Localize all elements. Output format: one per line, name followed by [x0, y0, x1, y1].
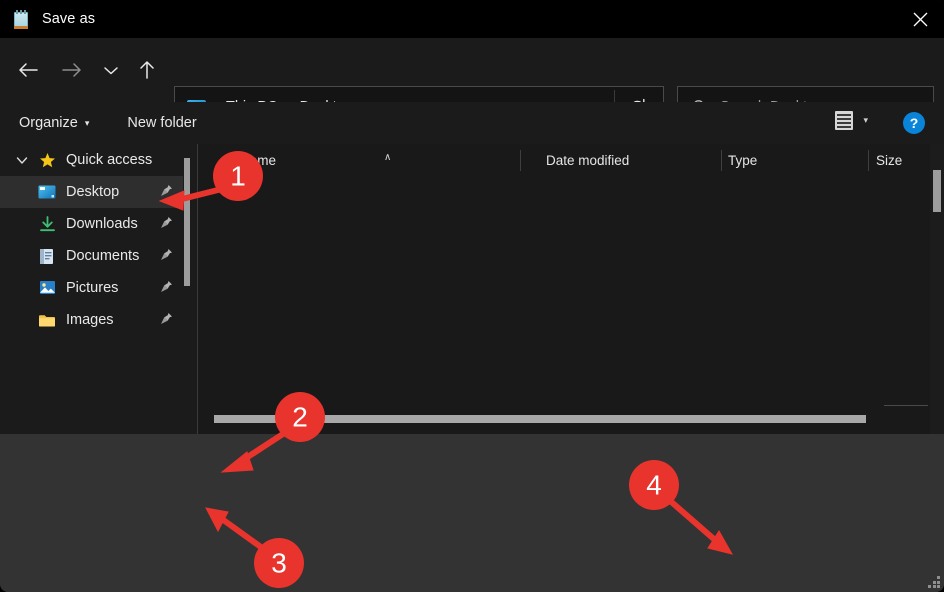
- chevron-down-icon: ▾: [863, 115, 868, 125]
- save-as-dialog: Save as Organize ▾ New folder ▾ ? Quick …: [0, 0, 944, 592]
- sidebar-item-downloads[interactable]: Downloads: [0, 208, 191, 240]
- pin-icon[interactable]: [160, 248, 173, 265]
- horizontal-scrollbar-end: [884, 405, 928, 406]
- sidebar-item-quick-access[interactable]: Quick access: [0, 144, 191, 176]
- chevron-down-icon[interactable]: [8, 156, 36, 165]
- file-list-body[interactable]: [198, 176, 944, 424]
- desktop-icon: [36, 185, 58, 200]
- title-bar: Save as: [0, 0, 944, 38]
- column-header-name[interactable]: Name: [240, 153, 276, 168]
- arrow-left-icon[interactable]: [10, 52, 46, 88]
- sidebar-label-documents: Documents: [66, 248, 140, 264]
- sidebar-scrollbar-thumb[interactable]: [184, 158, 190, 286]
- notepad-icon: [13, 9, 30, 29]
- dialog-footer: File name: Wufix.bat Save as type: All f…: [0, 434, 944, 592]
- sort-ascending-icon: ∧: [384, 152, 392, 163]
- window-title: Save as: [42, 11, 96, 27]
- sidebar-item-pictures[interactable]: Pictures: [0, 272, 191, 304]
- file-list-pane: Name ∧ Date modified Type Size: [198, 144, 944, 434]
- chevron-down-icon: ▾: [84, 117, 90, 128]
- column-headers: Name ∧ Date modified Type Size: [198, 144, 944, 176]
- view-options-button[interactable]: ▾: [835, 111, 868, 130]
- resize-grip[interactable]: [928, 576, 940, 588]
- sidebar-item-images[interactable]: Images: [0, 304, 191, 336]
- sidebar-label-desktop: Desktop: [66, 184, 120, 200]
- vertical-scrollbar-thumb[interactable]: [933, 170, 941, 212]
- star-icon: [36, 152, 58, 169]
- sidebar-scrollbar[interactable]: [183, 144, 191, 434]
- folder-icon: [36, 313, 58, 328]
- horizontal-scrollbar-thumb[interactable]: [214, 415, 866, 423]
- vertical-scrollbar[interactable]: [930, 144, 944, 434]
- arrow-right-icon[interactable]: [54, 52, 90, 88]
- sidebar-label-pictures: Pictures: [66, 280, 119, 296]
- chevron-down-icon[interactable]: [93, 52, 129, 88]
- pin-icon[interactable]: [160, 184, 173, 201]
- sidebar-item-documents[interactable]: Documents: [0, 240, 191, 272]
- arrow-up-icon[interactable]: [129, 52, 165, 88]
- pin-icon[interactable]: [160, 280, 173, 297]
- document-icon: [36, 248, 58, 265]
- column-separator[interactable]: [868, 150, 869, 171]
- column-header-type[interactable]: Type: [728, 153, 757, 168]
- sidebar-label-quick-access: Quick access: [66, 152, 153, 168]
- help-button[interactable]: ?: [903, 112, 925, 134]
- new-folder-button[interactable]: New folder: [127, 115, 196, 131]
- sidebar-item-desktop[interactable]: Desktop: [0, 176, 191, 208]
- pin-icon[interactable]: [160, 312, 173, 329]
- horizontal-scrollbar[interactable]: [214, 415, 914, 423]
- navigation-pane: Quick access Desktop Downloads Documents…: [0, 144, 191, 434]
- download-icon: [36, 215, 58, 233]
- picture-icon: [36, 280, 58, 296]
- close-icon[interactable]: [897, 0, 944, 38]
- organize-button[interactable]: Organize ▾: [19, 115, 89, 131]
- sidebar-label-images: Images: [66, 312, 114, 328]
- column-header-date-modified[interactable]: Date modified: [546, 153, 629, 168]
- pin-icon[interactable]: [160, 216, 173, 233]
- column-separator[interactable]: [721, 150, 722, 171]
- sidebar-label-downloads: Downloads: [66, 216, 138, 232]
- column-header-size[interactable]: Size: [876, 153, 902, 168]
- column-separator[interactable]: [520, 150, 521, 171]
- command-bar: Organize ▾ New folder ▾ ?: [0, 102, 944, 144]
- organize-label: Organize: [19, 115, 78, 131]
- navigation-bar: › This PC › Desktop ›: [0, 38, 944, 128]
- list-view-icon: [835, 111, 854, 130]
